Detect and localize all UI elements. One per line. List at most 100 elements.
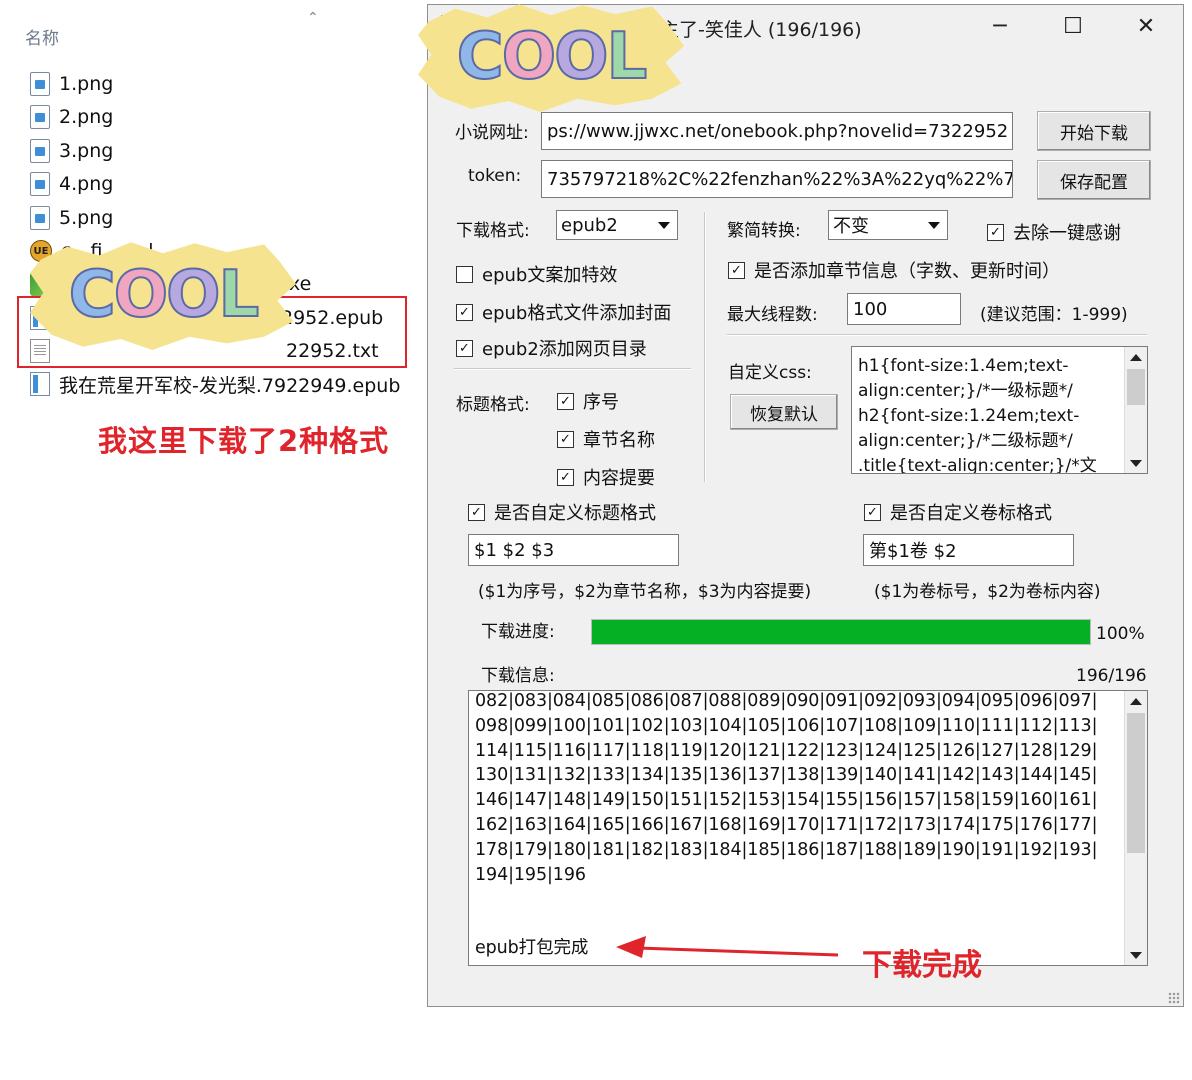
png-file-icon <box>30 72 50 96</box>
minimize-button[interactable]: ─ <box>980 10 1020 44</box>
css-line: .title{text-align:center;}/*文 <box>858 456 1097 474</box>
format-label: 下载格式: <box>456 221 530 241</box>
sticker-text: COOL <box>418 19 684 95</box>
custom-volume-checkbox[interactable]: ✓ 是否自定义卷标格式 <box>864 499 1052 525</box>
file-item[interactable]: 3.png <box>30 136 113 166</box>
download-progress-bar <box>591 619 1091 645</box>
format-select[interactable]: epub2 <box>556 210 678 240</box>
log-final-line: epub打包完成 <box>475 938 589 958</box>
progress-label: 下载进度: <box>481 622 555 642</box>
checkbox-label: 是否添加章节信息（字数、更新时间） <box>754 261 1060 282</box>
file-item[interactable]: 4.png <box>30 169 113 199</box>
divider <box>727 334 1147 335</box>
restore-default-button[interactable]: 恢复默认 <box>730 394 838 430</box>
epub2-toc-checkbox[interactable]: ✓ epub2添加网页目录 <box>456 335 647 361</box>
title-name-checkbox[interactable]: ✓ 章节名称 <box>557 426 655 452</box>
resize-grip[interactable] <box>1168 992 1180 1004</box>
scroll-up-icon[interactable] <box>1125 347 1147 367</box>
progress-percent: 100% <box>1096 624 1145 644</box>
epub-cover-checkbox[interactable]: ✓ epub格式文件添加封面 <box>456 299 671 325</box>
checkbox-box: ✓ <box>456 339 473 357</box>
file-item[interactable]: 2.png <box>30 102 113 132</box>
file-item[interactable]: 1.png <box>30 69 113 99</box>
custom-volume-input[interactable]: 第$1卷 $2 <box>863 534 1074 566</box>
maximize-button[interactable]: ☐ <box>1053 10 1093 44</box>
checkbox-box: ✓ <box>456 303 473 321</box>
checkbox-label: 序号 <box>583 392 619 413</box>
sticker-letter: O <box>113 257 169 333</box>
scroll-up-icon[interactable] <box>1125 691 1147 711</box>
divider <box>454 368 691 369</box>
threads-input[interactable]: 100 <box>847 293 961 325</box>
window-title: 主了-笑佳人 (196/196) <box>660 19 862 41</box>
file-item[interactable]: 5.png <box>30 203 113 233</box>
checkbox-label: epub文案加特效 <box>482 265 618 286</box>
png-file-icon <box>30 139 50 163</box>
sticker-letter: C <box>68 257 117 333</box>
checkbox-label: 去除一键感谢 <box>1013 223 1121 244</box>
checkbox-label: 是否自定义卷标格式 <box>890 503 1052 524</box>
log-line: 130|131|132|133|134|135|136|137|138|139|… <box>475 765 1098 786</box>
divider <box>704 212 705 482</box>
checkbox-box: ✓ <box>987 223 1004 241</box>
annotation-formats: 我这里下载了2种格式 <box>98 424 390 458</box>
url-input[interactable]: ps://www.jjwxc.net/onebook.php?novelid=7… <box>541 112 1013 150</box>
token-label: token: <box>468 166 522 186</box>
log-line: 082|083|084|085|086|087|088|089|090|091|… <box>475 691 1098 711</box>
scroll-down-icon[interactable] <box>1125 453 1147 473</box>
convert-select[interactable]: 不变 <box>828 210 948 240</box>
log-line: 146|147|148|149|150|151|152|153|154|155|… <box>475 790 1098 811</box>
download-log[interactable]: 082|083|084|085|086|087|088|089|090|091|… <box>468 690 1148 966</box>
custom-title-input[interactable]: $1 $2 $3 <box>468 534 679 566</box>
scroll-thumb[interactable] <box>1127 369 1145 405</box>
checkbox-box: ✓ <box>468 503 485 521</box>
token-input[interactable]: 735797218%2C%22fenzhan%22%3A%22yq%22%7D' <box>541 160 1013 198</box>
file-name: 2.png <box>59 106 114 128</box>
threads-hint: (建议范围：1-999) <box>980 305 1128 325</box>
info-count: 196/196 <box>1076 666 1147 686</box>
start-download-button[interactable]: 开始下载 <box>1037 111 1151 151</box>
info-label: 下载信息: <box>481 666 555 686</box>
sort-ascending-icon: ⌃ <box>307 10 319 26</box>
epub-effects-checkbox[interactable]: epub文案加特效 <box>456 261 617 287</box>
chevron-down-icon <box>654 214 674 236</box>
log-line: 178|179|180|181|182|183|184|185|186|187|… <box>475 839 1098 860</box>
png-file-icon <box>30 105 50 129</box>
remove-thanks-checkbox[interactable]: ✓ 去除一键感谢 <box>987 219 1121 245</box>
sticker-letter: C <box>456 19 505 95</box>
log-scrollbar[interactable] <box>1124 691 1147 965</box>
title-summary-checkbox[interactable]: ✓ 内容提要 <box>557 464 655 490</box>
chapter-info-checkbox[interactable]: ✓ 是否添加章节信息（字数、更新时间） <box>728 257 1060 283</box>
scroll-thumb[interactable] <box>1127 713 1145 853</box>
log-line: 098|099|100|101|102|103|104|105|106|107|… <box>475 715 1098 736</box>
url-label: 小说网址: <box>455 123 529 143</box>
checkbox-label: 是否自定义标题格式 <box>494 503 656 524</box>
title-number-checkbox[interactable]: ✓ 序号 <box>557 388 619 414</box>
checkbox-box: ✓ <box>557 430 574 448</box>
cool-sticker: COOL <box>418 2 684 112</box>
png-file-icon <box>30 206 50 230</box>
epub-file-icon <box>30 372 50 396</box>
cool-sticker: COOL <box>30 240 296 350</box>
checkbox-box: ✓ <box>728 261 745 279</box>
file-name: 1.png <box>59 73 114 95</box>
css-label: 自定义css: <box>728 363 812 383</box>
scroll-down-icon[interactable] <box>1125 945 1147 965</box>
file-name: 我在荒星开军校-发光梨.7922949.epub <box>59 374 401 397</box>
name-column-header[interactable]: 名称 <box>25 24 59 49</box>
chevron-down-icon <box>924 214 944 236</box>
css-scrollbar[interactable] <box>1124 347 1147 473</box>
convert-label: 繁简转换: <box>727 221 801 241</box>
css-textarea[interactable]: h1{font-size:1.4em;text- align:center;}/… <box>851 346 1148 474</box>
file-item[interactable]: 我在荒星开军校-发光梨.7922949.epub <box>30 369 400 399</box>
format-value: epub2 <box>561 214 618 236</box>
custom-title-checkbox[interactable]: ✓ 是否自定义标题格式 <box>468 499 656 525</box>
close-button[interactable]: ✕ <box>1126 10 1166 44</box>
threads-label: 最大线程数: <box>727 305 818 325</box>
css-line: h2{font-size:1.24em;text- <box>858 406 1080 426</box>
file-name: 5.png <box>59 207 114 229</box>
checkbox-label: 内容提要 <box>583 468 655 489</box>
sticker-letter: O <box>553 19 609 95</box>
save-config-button[interactable]: 保存配置 <box>1037 160 1151 200</box>
title-format-label: 标题格式: <box>456 395 530 415</box>
